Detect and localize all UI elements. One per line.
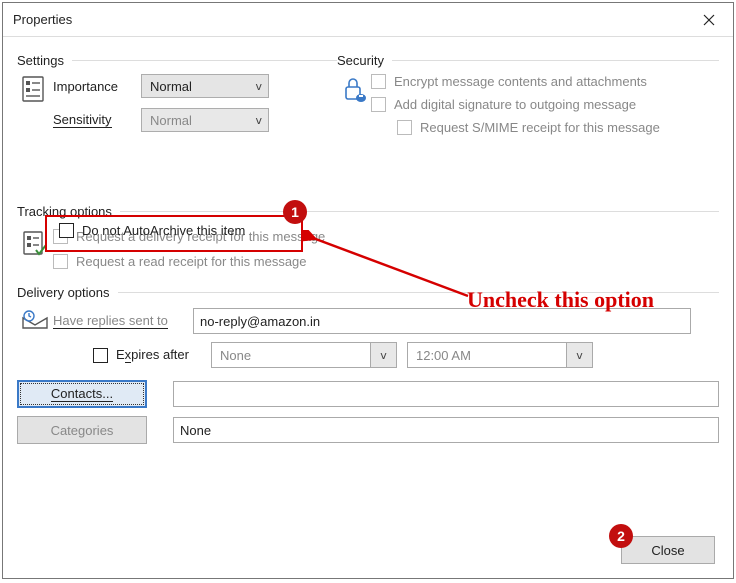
annotation-badge-2: 2 — [609, 524, 633, 548]
sensitivity-value: Normal — [150, 113, 192, 128]
categories-button[interactable]: Categories — [17, 416, 147, 444]
autoarchive-checkbox[interactable] — [59, 223, 74, 238]
categories-input[interactable]: None — [173, 417, 719, 443]
read-receipt-checkbox[interactable] — [53, 254, 68, 269]
replies-value: no-reply@amazon.in — [200, 314, 320, 329]
smime-label: Request S/MIME receipt for this message — [420, 120, 660, 135]
annotation-text: Uncheck this option — [467, 287, 654, 313]
contacts-button[interactable]: Contacts... — [17, 380, 147, 408]
rule — [120, 211, 719, 212]
chevron-down-icon: ⅴ — [576, 349, 583, 362]
settings-group-label: Settings — [17, 53, 64, 68]
sensitivity-label: Sensitivity — [53, 112, 141, 128]
rule — [392, 60, 719, 61]
close-button[interactable]: Close — [621, 536, 715, 564]
chevron-down-icon: ⅴ — [255, 80, 262, 93]
read-receipt-label: Request a read receipt for this message — [76, 254, 307, 269]
contacts-input[interactable] — [173, 381, 719, 407]
replies-label: Have replies sent to — [53, 313, 193, 329]
chevron-down-icon: ⅴ — [380, 349, 387, 362]
titlebar: Properties — [3, 3, 733, 37]
sensitivity-dropdown[interactable]: Normal ⅴ — [141, 108, 269, 132]
security-icon — [337, 74, 371, 104]
importance-value: Normal — [150, 79, 192, 94]
importance-dropdown[interactable]: Normal ⅴ — [141, 74, 269, 98]
security-group-label: Security — [337, 53, 384, 68]
annotation-badge-1: 1 — [283, 200, 307, 224]
encrypt-label: Encrypt message contents and attachments — [394, 74, 647, 89]
properties-dialog: Properties Settings — [2, 2, 734, 579]
encrypt-checkbox[interactable] — [371, 74, 386, 89]
importance-label: Importance — [53, 79, 141, 94]
expires-time-value: 12:00 AM — [408, 348, 566, 363]
rule — [72, 60, 337, 61]
expires-label: Expires after — [116, 347, 189, 363]
delivery-group-label: Delivery options — [17, 285, 110, 300]
signature-checkbox[interactable] — [371, 97, 386, 112]
chevron-down-icon: ⅴ — [255, 114, 262, 127]
properties-icon — [17, 74, 49, 114]
expires-checkbox[interactable] — [93, 348, 108, 363]
window-title: Properties — [13, 12, 72, 27]
smime-checkbox[interactable] — [397, 120, 412, 135]
expires-time-dropdown[interactable]: 12:00 AM ⅴ — [407, 342, 593, 368]
close-icon — [703, 14, 715, 26]
delivery-icon — [17, 310, 53, 332]
autoarchive-label: Do not AutoArchive this item — [82, 223, 245, 238]
signature-label: Add digital signature to outgoing messag… — [394, 97, 636, 112]
expires-date-value: None — [212, 348, 370, 363]
expires-date-dropdown[interactable]: None ⅴ — [211, 342, 397, 368]
window-close-button[interactable] — [685, 3, 733, 37]
